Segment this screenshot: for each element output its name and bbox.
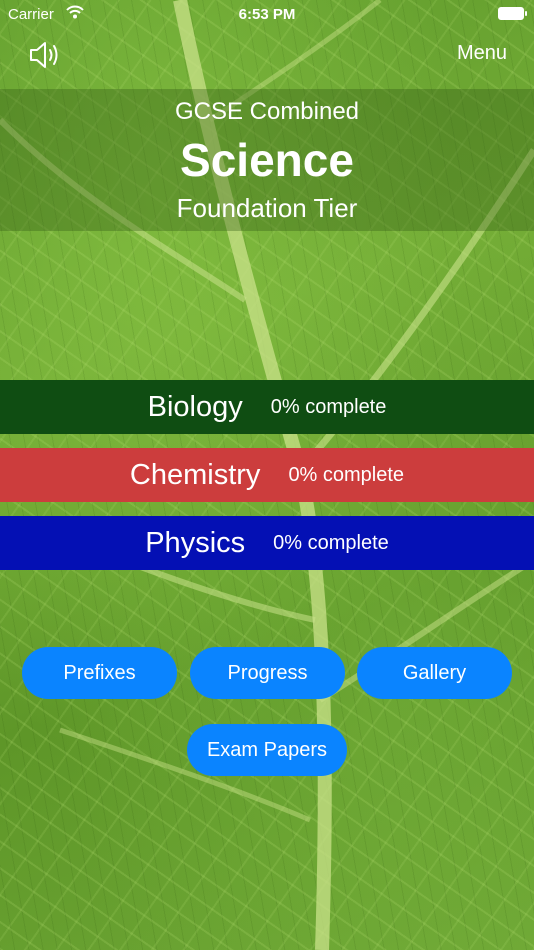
exam-papers-button[interactable]: Exam Papers [187, 724, 347, 776]
subject-row-biology[interactable]: Biology 0% complete [0, 380, 534, 434]
subject-row-physics[interactable]: Physics 0% complete [0, 516, 534, 570]
speaker-icon [30, 42, 58, 68]
course-tier: Foundation Tier [176, 193, 358, 223]
subject-name: Chemistry [129, 458, 261, 491]
subject-row-chemistry[interactable]: Chemistry 0% complete [0, 448, 534, 502]
sound-toggle-button[interactable] [28, 40, 62, 70]
subject-progress: 0% complete [270, 395, 387, 418]
title-banner: GCSE Combined Science Foundation Tier [0, 89, 534, 231]
subject-name: Physics [145, 526, 246, 559]
progress-button[interactable]: Progress [190, 647, 345, 699]
course-subtitle: GCSE Combined [174, 98, 360, 125]
gallery-button[interactable]: Gallery [357, 647, 512, 699]
menu-button[interactable]: Menu [457, 42, 507, 65]
course-title: Science [180, 134, 354, 186]
battery-icon [498, 7, 527, 20]
subject-name: Biology [147, 390, 243, 423]
subject-progress: 0% complete [288, 463, 405, 486]
subject-progress: 0% complete [273, 531, 389, 554]
status-bar: Carrier 6:53 PM [0, 0, 534, 28]
status-time: 6:53 PM [238, 6, 296, 23]
prefixes-button[interactable]: Prefixes [22, 647, 177, 699]
